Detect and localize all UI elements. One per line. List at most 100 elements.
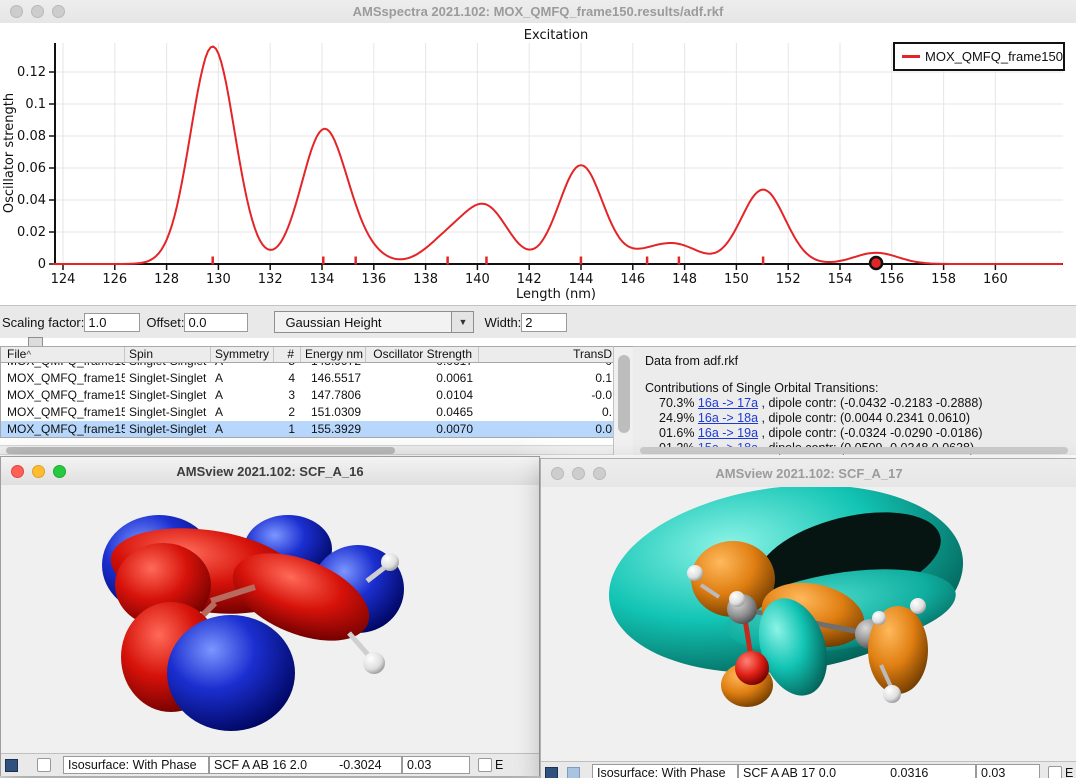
table-header[interactable]: File^SpinSymmetry#Energy nmOscillator St… xyxy=(0,346,613,363)
close-button[interactable] xyxy=(10,5,23,18)
table-hscrollbar[interactable] xyxy=(0,445,613,455)
color-swatch[interactable] xyxy=(5,759,18,772)
view16-titlebar[interactable]: AMSview 2021.102: SCF_A_16 xyxy=(1,457,539,486)
orbital-field[interactable]: SCF A AB 17 0.0 0.0316 xyxy=(738,764,976,778)
svg-text:Excitation: Excitation xyxy=(524,28,588,43)
column-header-symmetry[interactable]: Symmetry xyxy=(211,347,274,362)
orbital-label: SCF A AB 17 0.0 xyxy=(743,766,836,778)
info-heading: Contributions of Single Orbital Transiti… xyxy=(645,381,878,395)
info-hscroll-thumb[interactable] xyxy=(640,447,1068,454)
color-swatch[interactable] xyxy=(545,767,558,778)
isosurface-mode-field[interactable]: Isosurface: With Phase xyxy=(63,756,209,774)
contribution-line: 01.6% 16a -> 19a , dipole contr: (-0.032… xyxy=(659,426,983,440)
view17-titlebar[interactable]: AMSview 2021.102: SCF_A_17 xyxy=(541,459,1076,488)
column-header-spin[interactable]: Spin xyxy=(125,347,211,362)
scaling-factor-input[interactable] xyxy=(84,313,140,332)
column-header-energy-nm[interactable]: Energy nm xyxy=(301,347,366,362)
color-swatch[interactable] xyxy=(567,767,580,778)
isosurface-mode-field[interactable]: Isosurface: With Phase xyxy=(592,764,738,778)
trailing-label: E xyxy=(1065,766,1073,778)
svg-text:148: 148 xyxy=(672,272,697,287)
cell: 4 xyxy=(274,370,301,387)
svg-text:134: 134 xyxy=(310,272,335,287)
width-input[interactable] xyxy=(521,313,567,332)
orbital-transition-link[interactable]: 16a -> 17a xyxy=(698,396,758,410)
orbital-isosurface-scf16 xyxy=(1,485,539,753)
scaling-factor-label: Scaling factor: xyxy=(2,315,84,330)
chart-legend: MOX_QMFQ_frame150 xyxy=(893,42,1065,71)
hydrogen-atom xyxy=(381,553,399,571)
cell: MOX_QMFQ_frame150 xyxy=(1,387,125,404)
table-row[interactable]: MOX_QMFQ_frame150Singlet-SingletA3147.78… xyxy=(1,387,613,404)
cell: Singlet-Singlet xyxy=(125,387,211,404)
hydrogen-atom xyxy=(883,685,901,703)
orbital-isosurface-scf17 xyxy=(541,487,1076,761)
transition-info-panel: Data from adf.rkf Contributions of Singl… xyxy=(633,346,1076,455)
svg-text:130: 130 xyxy=(206,272,231,287)
svg-text:140: 140 xyxy=(465,272,490,287)
isovalue-field[interactable]: 0.03 xyxy=(976,764,1040,778)
table-row[interactable]: MOX_QMFQ_frame150Singlet-SingletA5143.99… xyxy=(1,363,613,370)
minimize-button[interactable] xyxy=(31,5,44,18)
hydrogen-atom xyxy=(910,598,926,614)
statusbar-checkbox[interactable] xyxy=(37,758,51,772)
cell: 0.0061 xyxy=(366,370,479,387)
svg-text:124: 124 xyxy=(51,272,76,287)
table-row[interactable]: MOX_QMFQ_frame150Singlet-SingletA1155.39… xyxy=(1,421,613,438)
amsspectra-window: AMSspectra 2021.102: MOX_QMFQ_frame150.r… xyxy=(0,0,1076,458)
spectrum-controls-bar: Scaling factor: Offset: Gaussian Height … xyxy=(0,305,1076,338)
column-header-file[interactable]: File^ xyxy=(1,347,125,362)
hydrogen-atom xyxy=(363,652,385,674)
table-vscrollbar[interactable] xyxy=(613,346,633,455)
minimize-button[interactable] xyxy=(572,467,585,480)
dipole-contribution-text: , dipole contr: (0.0044 0.2341 0.0610) xyxy=(758,411,970,425)
offset-input[interactable] xyxy=(184,313,248,332)
contribution-line: 70.3% 16a -> 17a , dipole contr: (-0.043… xyxy=(659,396,983,410)
molecule-3d-view-scf17[interactable] xyxy=(541,487,1076,761)
orbital-transition-link[interactable]: 16a -> 18a xyxy=(698,411,758,425)
column-header-oscillator-strength[interactable]: Oscillator Strength xyxy=(366,347,479,362)
statusbar-checkbox[interactable] xyxy=(478,758,492,772)
statusbar-checkbox[interactable] xyxy=(1048,766,1062,778)
cell: 1 xyxy=(274,421,301,438)
width-label: Width: xyxy=(484,315,521,330)
cell: 143.9972 xyxy=(301,363,366,370)
close-button[interactable] xyxy=(551,467,564,480)
table-row[interactable]: MOX_QMFQ_frame150Singlet-SingletA2151.03… xyxy=(1,404,613,421)
column-header--[interactable]: # xyxy=(274,347,301,362)
minimize-button[interactable] xyxy=(32,465,45,478)
amsview-scf-a-17-window: AMSview 2021.102: SCF_A_17 xyxy=(540,458,1076,778)
table-vscroll-thumb[interactable] xyxy=(618,355,630,433)
cell: 5 xyxy=(274,363,301,370)
excitation-spectrum-plot[interactable]: 1241261281301321341361381401421441461481… xyxy=(0,23,1076,305)
svg-text:126: 126 xyxy=(102,272,127,287)
contribution-percent: 01.6% xyxy=(659,426,698,440)
offset-label: Offset: xyxy=(146,315,184,330)
cell: Singlet-Singlet xyxy=(125,363,211,370)
excitations-table-body: MOX_QMFQ_frame150Singlet-SingletA5143.99… xyxy=(1,363,613,438)
hydrogen-atom xyxy=(872,611,886,625)
table-row[interactable]: MOX_QMFQ_frame150Singlet-SingletA4146.55… xyxy=(1,370,613,387)
table-hscroll-thumb[interactable] xyxy=(6,447,395,454)
spectra-titlebar[interactable]: AMSspectra 2021.102: MOX_QMFQ_frame150.r… xyxy=(0,0,1076,24)
svg-text:142: 142 xyxy=(517,272,542,287)
molecule-3d-view-scf16[interactable] xyxy=(1,485,539,753)
excitations-table: File^SpinSymmetry#Energy nmOscillator St… xyxy=(0,346,613,456)
cell: 2 xyxy=(274,404,301,421)
close-button[interactable] xyxy=(11,465,24,478)
isovalue-field[interactable]: 0.03 xyxy=(402,756,470,774)
zoom-button[interactable] xyxy=(593,467,606,480)
view16-statusbar: Isosurface: With Phase SCF A AB 16 2.0 -… xyxy=(1,753,539,776)
cell: 0 xyxy=(479,363,613,370)
column-header-transd[interactable]: TransD xyxy=(479,347,613,362)
orbital-field[interactable]: SCF A AB 16 2.0 -0.3024 xyxy=(209,756,402,774)
broadening-dropdown[interactable]: Gaussian Height xyxy=(274,311,452,333)
zoom-button[interactable] xyxy=(52,5,65,18)
zoom-button[interactable] xyxy=(53,465,66,478)
orbital-transition-link[interactable]: 16a -> 19a xyxy=(698,426,758,440)
cell: 0.0070 xyxy=(366,421,479,438)
svg-text:Oscillator strength: Oscillator strength xyxy=(2,93,17,213)
view17-statusbar: Isosurface: With Phase SCF A AB 17 0.0 0… xyxy=(541,761,1076,778)
chevron-down-icon[interactable]: ▼ xyxy=(452,311,474,333)
cell: MOX_QMFQ_frame150 xyxy=(1,370,125,387)
